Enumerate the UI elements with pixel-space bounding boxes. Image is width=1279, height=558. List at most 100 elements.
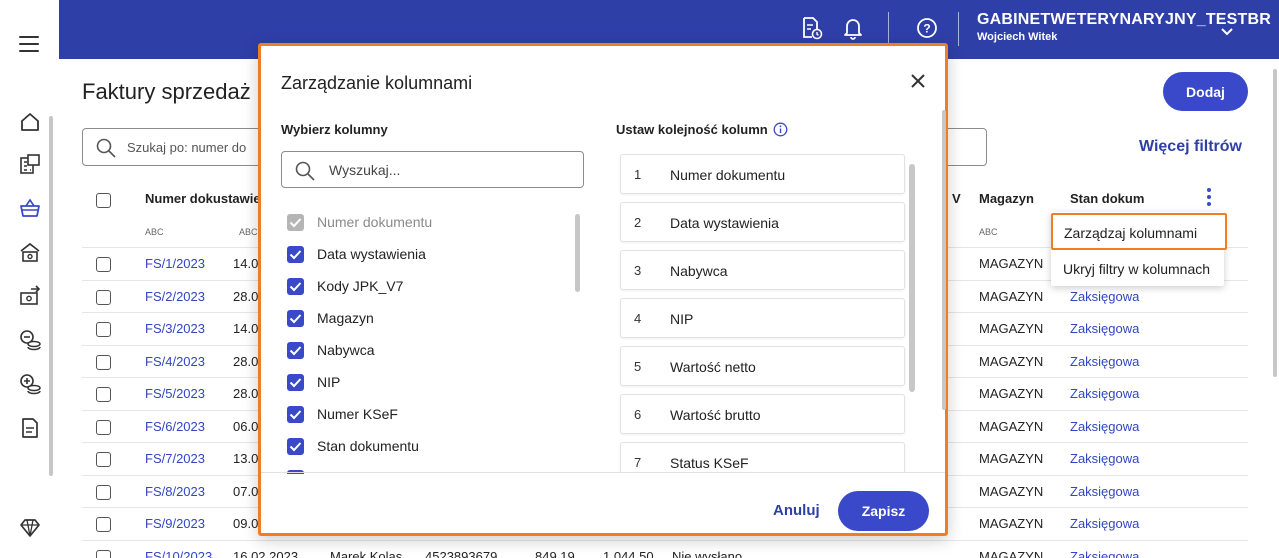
invoice-status[interactable]: Zaksięgowa [1070,516,1152,531]
invoice-date: 16.02.2023 [233,549,299,558]
invoice-status[interactable]: Zaksięgowa [1070,419,1152,434]
checkbox-checked-icon[interactable] [287,406,304,423]
basket-icon[interactable] [18,196,42,220]
invoice-status[interactable]: Zaksięgowa [1070,354,1152,369]
invoice-number-link[interactable]: FS/4/2023 [145,354,205,369]
dialog-scrollbar[interactable] [942,110,946,470]
home-icon[interactable] [18,110,42,134]
invoice-number-link[interactable]: FS/9/2023 [145,516,205,531]
page-scrollbar[interactable] [1271,59,1279,558]
column-order-item[interactable]: 7 Status KSeF [620,442,905,472]
close-icon[interactable] [908,71,928,91]
column-header-warehouse[interactable]: Magazyn [979,191,1034,206]
search-icon [295,161,315,181]
invoice-status[interactable]: Zaksięgowa [1070,289,1152,304]
invoice-number-link[interactable]: FS/1/2023 [145,256,205,271]
side-rail-scrollbar[interactable] [49,98,53,476]
page-title: Faktury sprzedaż [82,79,251,104]
order-index: 3 [634,263,642,278]
order-label: Wartość netto [670,359,756,375]
row-checkbox[interactable] [96,420,111,435]
bell-icon[interactable] [838,13,868,43]
user-name[interactable]: Wojciech Witek [977,31,1057,43]
side-rail [0,88,59,558]
add-button[interactable]: Dodaj [1163,72,1248,111]
column-header-number[interactable]: Numer dokustawie [145,191,261,206]
checkbox-checked-icon[interactable] [287,342,304,359]
column-order-item[interactable]: 4 NIP [620,298,905,338]
column-list-scrollbar[interactable] [575,206,580,476]
column-header-status[interactable]: Stan dokum [1070,191,1152,206]
checkbox-checked-icon[interactable] [287,374,304,391]
invoice-number-link[interactable]: FS/6/2023 [145,419,205,434]
invoice-status[interactable]: Zaksięgowa [1070,321,1152,336]
order-index: 6 [634,407,642,422]
invoice-number-link[interactable]: FS/3/2023 [145,321,205,336]
filter-type-abc[interactable]: ABC [145,227,164,237]
search-input[interactable]: Szukaj po: numer do [82,128,272,166]
invoice-net: 849,19 [535,549,575,558]
invoice-buyer: Marek Kolas [330,549,403,558]
invoice-date: 28.0 [233,289,259,304]
invoice-number-link[interactable]: FS/7/2023 [145,451,205,466]
menu-item-hide-filters[interactable]: Ukryj filtry w kolumnach [1063,261,1210,277]
invoice-status[interactable]: Zaksięgowa [1070,549,1152,558]
row-checkbox[interactable] [96,485,111,500]
calculator-icon[interactable] [18,152,42,176]
column-order-item[interactable]: 1 Numer dokumentu [620,154,905,194]
filter-type-abc[interactable]: ABC [239,227,258,237]
info-icon[interactable] [773,122,788,137]
hamburger-icon[interactable] [19,36,39,52]
order-index: 5 [634,359,642,374]
row-checkbox[interactable] [96,355,111,370]
more-vertical-icon[interactable] [1206,188,1212,210]
checkbox-checked-icon[interactable] [287,278,304,295]
select-all-checkbox[interactable] [96,193,111,208]
invoice-status[interactable]: Zaksięgowa [1070,484,1152,499]
checkbox-checked-icon[interactable] [287,246,304,263]
chevron-down-icon[interactable] [1220,24,1234,42]
row-checkbox[interactable] [96,290,111,305]
coins-plus-icon[interactable] [18,372,42,396]
checkbox-checked-icon[interactable] [287,310,304,327]
row-checkbox[interactable] [96,322,111,337]
search-icon [96,138,116,158]
column-order-item[interactable]: 3 Nabywca [620,250,905,290]
column-order-item[interactable]: 6 Wartość brutto [620,394,905,434]
invoice-date: 06.0 [233,419,259,434]
invoice-status[interactable]: Zaksięgowa [1070,386,1152,401]
row-checkbox[interactable] [96,452,111,467]
column-search-input[interactable]: Wyszukaj... [281,151,584,188]
invoice-number-link[interactable]: FS/2/2023 [145,289,205,304]
menu-area [0,0,59,88]
row-checkbox[interactable] [96,387,111,402]
column-order-item[interactable]: 2 Data wystawienia [620,202,905,242]
cancel-button[interactable]: Anuluj [773,502,820,519]
invoice-warehouse: MAGAZYN [979,516,1044,531]
money-transfer-icon[interactable] [18,284,42,308]
column-header-v[interactable]: V [952,191,961,206]
row-checkbox[interactable] [96,257,111,272]
invoice-number-link[interactable]: FS/10/2023 [145,549,212,558]
invoice-status[interactable]: Zaksięgowa [1070,451,1152,466]
row-checkbox[interactable] [96,550,111,558]
search-placeholder: Szukaj po: numer do [127,140,247,155]
money-house-icon[interactable] [18,241,42,265]
invoice-number-link[interactable]: FS/5/2023 [145,386,205,401]
order-columns-label: Ustaw kolejność kolumn [616,122,788,137]
order-list-scrollbar[interactable] [909,154,915,470]
more-filters-link[interactable]: Więcej filtrów [1139,138,1242,156]
document-clock-icon[interactable] [797,13,827,43]
invoice-gross: 1 044,50 [603,549,654,558]
filter-type-abc[interactable]: ABC [979,227,998,237]
row-checkbox[interactable] [96,517,111,532]
document-icon[interactable] [18,416,42,440]
save-button[interactable]: Zapisz [838,491,929,531]
help-icon[interactable]: ? [912,13,942,43]
invoice-number-link[interactable]: FS/8/2023 [145,484,205,499]
checkbox-checked-icon[interactable] [287,438,304,455]
column-order-item[interactable]: 5 Wartość netto [620,346,905,386]
menu-item-manage-columns[interactable]: Zarządzaj kolumnami [1051,213,1227,250]
diamond-icon[interactable] [18,516,42,540]
coins-minus-icon[interactable] [18,328,42,352]
